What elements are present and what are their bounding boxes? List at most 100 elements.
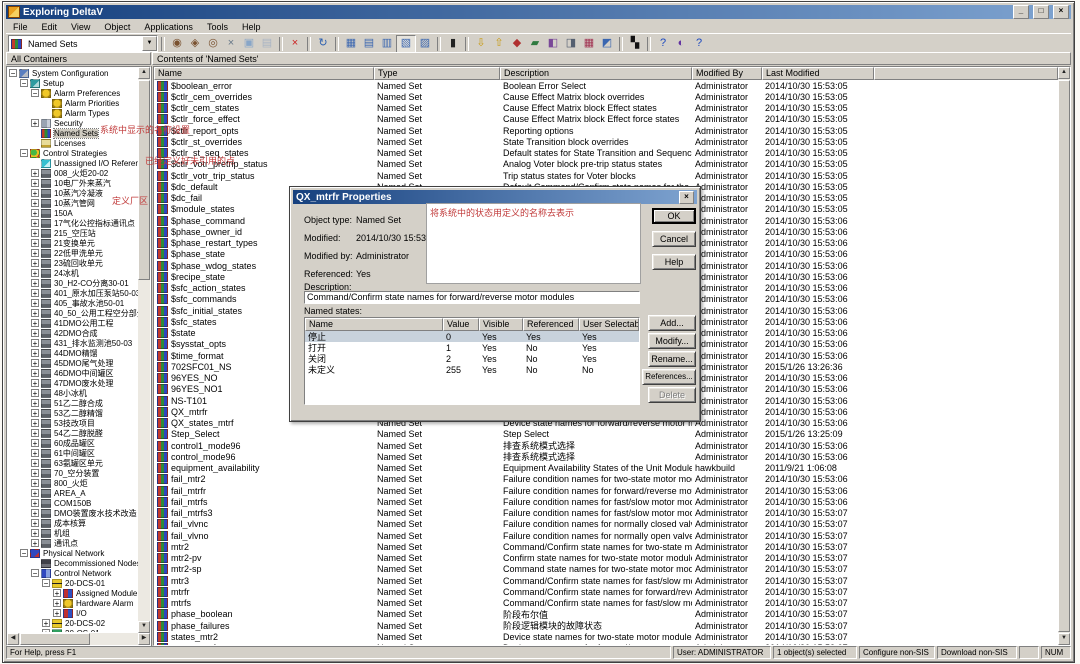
tree-vscroll-thumb[interactable] — [138, 80, 150, 280]
column-header-filler[interactable] — [874, 67, 1058, 80]
tree-item-63氨罐区单元[interactable]: +63氨罐区单元 — [7, 458, 138, 468]
tree-item-Setup[interactable]: −Setup — [7, 78, 138, 88]
list-row-fail_mtrfs[interactable]: fail_mtrfsNamed SetFailure condition nam… — [154, 496, 1058, 507]
scroll-left-icon[interactable]: ◀ — [7, 633, 19, 645]
tree-item-431_排水监测池50-03[interactable]: +431_排水监测池50-03 — [7, 338, 138, 348]
states-column-header-visible[interactable]: Visible — [479, 318, 523, 331]
details-view-icon[interactable]: ▧ — [396, 35, 416, 53]
expand-box-icon[interactable]: + — [31, 369, 39, 377]
filter-view-icon[interactable]: ▨ — [416, 36, 434, 52]
column-header-description[interactable]: Description — [500, 67, 692, 80]
list-row-$ctlr_votr_pretrip_status[interactable]: $ctlr_votr_pretrip_statusNamed SetAnalog… — [154, 159, 1058, 170]
list-row-fail_mtrfr[interactable]: fail_mtrfrNamed SetFailure condition nam… — [154, 485, 1058, 496]
expand-box-icon[interactable]: + — [31, 389, 39, 397]
tree-item-53技改项目[interactable]: +53技改项目 — [7, 418, 138, 428]
cut-icon[interactable]: × — [222, 36, 240, 52]
tree-item-20-DCS-02[interactable]: +20-DCS-02 — [7, 618, 138, 628]
expand-box-icon[interactable]: + — [31, 299, 39, 307]
expand-box-icon[interactable]: + — [31, 469, 39, 477]
expand-box-icon[interactable]: + — [53, 599, 61, 607]
expand-box-icon[interactable]: + — [31, 219, 39, 227]
expand-box-icon[interactable]: + — [53, 609, 61, 617]
small-icons-view-icon[interactable]: ▤ — [360, 36, 378, 52]
collapse-box-icon[interactable]: − — [20, 79, 28, 87]
list-row-$ctlr_st_seq_states[interactable]: $ctlr_st_seq_statesNamed SetDefault stat… — [154, 148, 1058, 159]
list-row-equipment_availability[interactable]: equipment_availabilityNamed SetEquipment… — [154, 463, 1058, 474]
expand-box-icon[interactable]: + — [31, 379, 39, 387]
help-icon[interactable]: ? — [654, 36, 672, 52]
tree-horizontal-scrollbar[interactable]: ◀ ▶ — [7, 633, 150, 645]
expand-box-icon[interactable]: + — [31, 119, 39, 127]
tree-item-System-Configuration[interactable]: −System Configuration — [7, 68, 138, 78]
collapse-box-icon[interactable]: − — [42, 579, 50, 587]
tree-item-401_原水加压泵站50-03[interactable]: +401_原水加压泵站50-03 — [7, 288, 138, 298]
tree-item-I/O[interactable]: +I/O — [7, 608, 138, 618]
tree-item-Alarm-Priorities[interactable]: Alarm Priorities — [7, 98, 138, 108]
tree-item-Physical-Network[interactable]: −Physical Network — [7, 548, 138, 558]
tree-item-20-DCS-01[interactable]: −20-DCS-01 — [7, 578, 138, 588]
list-row-states_mtrfr[interactable]: states_mtrfrNamed SetDevice state names … — [154, 643, 1058, 646]
expand-box-icon[interactable]: + — [31, 539, 39, 547]
list-row-mtr3[interactable]: mtr3Named SetCommand/Confirm state names… — [154, 575, 1058, 586]
list-row-control_mode96[interactable]: control_mode96Named Set排查系统模式选择Administr… — [154, 451, 1058, 462]
expand-box-icon[interactable]: + — [31, 309, 39, 317]
expand-box-icon[interactable]: + — [31, 529, 39, 537]
expand-box-icon[interactable]: + — [31, 189, 39, 197]
tree-item-DMO装置废水技术改造[interactable]: +DMO装置废水技术改造 — [7, 508, 138, 518]
upload-icon[interactable]: ◆ — [508, 36, 526, 52]
tree-item-20-OS-01[interactable]: +20-OS-01 — [7, 628, 138, 632]
maximize-button[interactable]: □ — [1033, 5, 1049, 19]
large-icons-view-icon[interactable]: ▦ — [342, 36, 360, 52]
expand-box-icon[interactable]: + — [31, 239, 39, 247]
explore-icon[interactable]: ◉ — [168, 36, 186, 52]
expand-box-icon[interactable]: + — [31, 409, 39, 417]
states-column-header-referenced[interactable]: Referenced — [523, 318, 579, 331]
list-row-mtrfr[interactable]: mtrfrNamed SetCommand/Confirm state name… — [154, 586, 1058, 597]
scro ll-down-icon[interactable]: ▼ — [138, 621, 150, 633]
expand-box-icon[interactable]: + — [31, 229, 39, 237]
list-row-states_mtr2[interactable]: states_mtr2Named SetDevice state names f… — [154, 631, 1058, 642]
tree-item-61中间罐区[interactable]: +61中间罐区 — [7, 448, 138, 458]
column-header-modified-by[interactable]: Modified By — [692, 67, 762, 80]
expand-box-icon[interactable]: + — [31, 319, 39, 327]
list-row-$boolean_error[interactable]: $boolean_errorNamed SetBoolean Error Sel… — [154, 80, 1058, 91]
tree-item-30_H2-CO分离30-01[interactable]: +30_H2-CO分离30-01 — [7, 278, 138, 288]
tree-item-通讯点[interactable]: +通讯点 — [7, 538, 138, 548]
expand-box-icon[interactable]: + — [31, 179, 39, 187]
expand-box-icon[interactable]: + — [31, 459, 39, 467]
tree-item-40_50_公用工程空分部分[interactable]: +40_50_公用工程空分部分 — [7, 308, 138, 318]
menu-applications[interactable]: Applications — [137, 22, 200, 32]
tree-item-Unassigned-I/O-Reference[interactable]: Unassigned I/O Reference — [7, 158, 138, 168]
tree-item-46DMO中间罐区[interactable]: +46DMO中间罐区 — [7, 368, 138, 378]
rename-button[interactable]: Rename... — [648, 351, 696, 367]
tree-item-215_空压站[interactable]: +215_空压站 — [7, 228, 138, 238]
expand-box-icon[interactable]: + — [42, 629, 50, 632]
scroll-down-icon[interactable]: ▼ — [1058, 633, 1070, 645]
tree-item-44DMO精馏[interactable]: +44DMO精馏 — [7, 348, 138, 358]
expand-box-icon[interactable]: + — [31, 499, 39, 507]
tree-hscroll-thumb[interactable] — [20, 633, 90, 645]
tree-item-Licenses[interactable]: Licenses — [7, 138, 138, 148]
user-manager-icon[interactable]: ▮ — [444, 36, 462, 52]
tree-item-Control-Network[interactable]: −Control Network — [7, 568, 138, 578]
states-column-header-value[interactable]: Value — [443, 318, 479, 331]
list-row-fail_mtr2[interactable]: fail_mtr2Named SetFailure condition name… — [154, 474, 1058, 485]
tree-item-24冰机[interactable]: +24冰机 — [7, 268, 138, 278]
list-row-phase_failures[interactable]: phase_failuresNamed Set阶段逻辑模块的故障状态Admini… — [154, 620, 1058, 631]
tree-item-48小冰机[interactable]: +48小冰机 — [7, 388, 138, 398]
expand-box-icon[interactable]: + — [31, 449, 39, 457]
list-vscroll-thumb[interactable] — [1058, 80, 1070, 632]
expand-box-icon[interactable]: + — [31, 479, 39, 487]
license-icon[interactable]: ▚ — [626, 36, 644, 52]
tree-item-23硫回收单元[interactable]: +23硫回收单元 — [7, 258, 138, 268]
tree-item-22低甲洗单元[interactable]: +22低甲洗单元 — [7, 248, 138, 258]
column-header-type[interactable]: Type — [374, 67, 500, 80]
security-icon[interactable]: ◨ — [562, 36, 580, 52]
list-row-$ctlr_votr_trip_status[interactable]: $ctlr_votr_trip_statusNamed SetTrip stat… — [154, 170, 1058, 181]
column-header-name[interactable]: Name — [154, 67, 374, 80]
scroll-up-icon[interactable]: ▲ — [138, 67, 150, 79]
expand-box-icon[interactable]: + — [31, 169, 39, 177]
expand-box-icon[interactable]: + — [31, 509, 39, 517]
expand-box-icon[interactable]: + — [31, 419, 39, 427]
list-row-$ctlr_st_overrides[interactable]: $ctlr_st_overridesNamed SetState Transit… — [154, 136, 1058, 147]
